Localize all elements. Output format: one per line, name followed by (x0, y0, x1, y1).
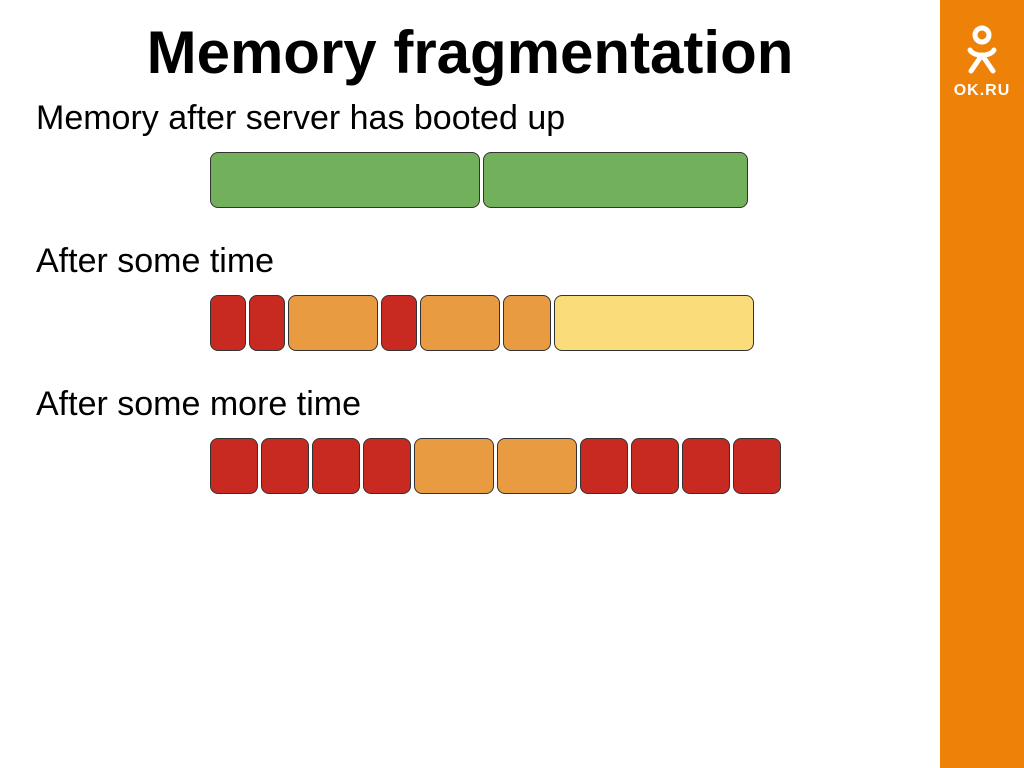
memory-bar-booted (210, 152, 940, 208)
brand-sidebar: OK.RU (940, 0, 1024, 768)
memory-segment (682, 438, 730, 494)
memory-segment (210, 438, 258, 494)
memory-segment (483, 152, 748, 208)
memory-segment (288, 295, 378, 351)
slide: Memory fragmentation Memory after server… (0, 0, 1024, 768)
memory-segment (733, 438, 781, 494)
memory-segment (554, 295, 754, 351)
memory-segment (312, 438, 360, 494)
ok-logo-icon (962, 24, 1002, 76)
section-label-booted: Memory after server has booted up (36, 99, 940, 138)
memory-segment (631, 438, 679, 494)
memory-segment (210, 295, 246, 351)
memory-segment (580, 438, 628, 494)
ok-logo-text: OK.RU (954, 82, 1011, 100)
memory-segment (210, 152, 480, 208)
ok-logo: OK.RU (954, 24, 1011, 100)
memory-segment (420, 295, 500, 351)
slide-title: Memory fragmentation (0, 18, 940, 87)
memory-bar-some-time (210, 295, 940, 351)
memory-bar-more-time (210, 438, 940, 494)
memory-segment (381, 295, 417, 351)
memory-segment (414, 438, 494, 494)
section-label-more-time: After some more time (36, 385, 940, 424)
memory-segment (363, 438, 411, 494)
memory-segment (503, 295, 551, 351)
section-label-some-time: After some time (36, 242, 940, 281)
memory-segment (261, 438, 309, 494)
memory-segment (249, 295, 285, 351)
slide-content: Memory fragmentation Memory after server… (0, 0, 940, 768)
memory-segment (497, 438, 577, 494)
